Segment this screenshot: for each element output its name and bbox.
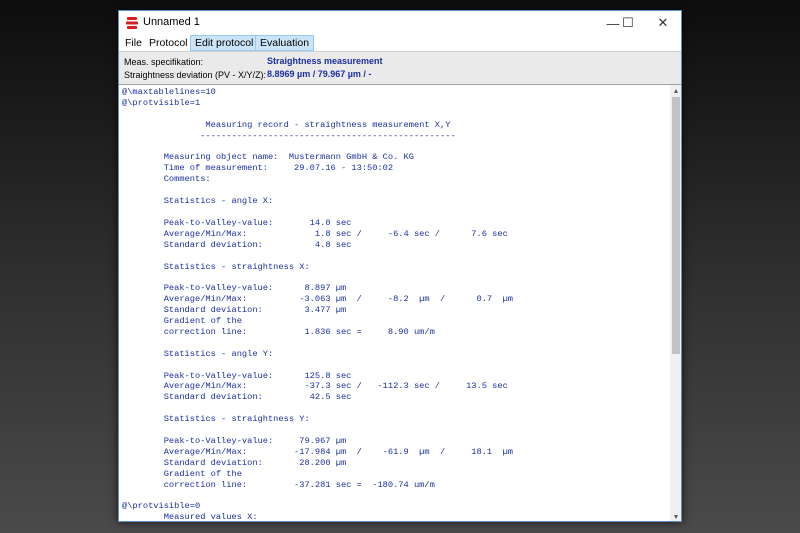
record-line: Statistics - straightness Y: xyxy=(122,414,310,425)
record-line: @\maxtablelines=10 xyxy=(122,87,216,97)
maximize-icon: ☐ xyxy=(622,15,634,30)
record-line: correction line: -37.281 sec = -180.74 u… xyxy=(122,479,435,490)
record-line: Peak-to-Valley-value: 14.0 sec xyxy=(122,217,352,228)
record-line: Statistics - angle X: xyxy=(122,196,274,207)
title-bar[interactable]: Unnamed 1 — ☐ ✕ xyxy=(119,11,681,35)
record-line: Standard deviation: 3.477 µm xyxy=(122,305,347,316)
record-line: Statistics - angle Y: xyxy=(122,348,274,359)
scroll-up-icon[interactable]: ▲ xyxy=(670,85,681,97)
menu-file[interactable]: File xyxy=(121,35,146,51)
record-line: Standard deviation: 28.200 µm xyxy=(122,457,347,468)
record-line: Time of measurement: 29.07.16 - 13:50:02 xyxy=(122,163,394,174)
record-line: Average/Min/Max: -17.984 µm / -61.9 µm /… xyxy=(122,446,514,457)
close-button[interactable]: ✕ xyxy=(646,11,680,35)
record-line: Standard deviation: 4.8 sec xyxy=(122,239,352,250)
record-line: Measuring record - straightness measurem… xyxy=(122,119,451,130)
record-line: Gradient of the xyxy=(122,316,242,327)
protocol-editor[interactable]: @\maxtablelines=10 @\protvisible=1 Measu… xyxy=(119,85,670,522)
record-line: @\protvisible=0 xyxy=(122,501,201,512)
menu-bar: File Protocol Edit protocol Evaluation xyxy=(119,35,681,52)
record-line: Average/Min/Max: -37.3 sec / -112.3 sec … xyxy=(122,381,508,392)
protocol-text[interactable]: @\maxtablelines=10 @\protvisible=1 Measu… xyxy=(119,85,670,522)
record-line: Standard deviation: 42.5 sec xyxy=(122,392,352,403)
maximize-button[interactable]: ☐ xyxy=(611,11,645,35)
app-logo-icon xyxy=(125,16,139,30)
record-line: correction line: 1.836 sec = 8.90 um/m xyxy=(122,326,435,337)
scrollbar-thumb[interactable] xyxy=(672,97,680,354)
record-line: Peak-to-Valley-value: 8.897 µm xyxy=(122,283,347,294)
close-icon: ✕ xyxy=(657,15,669,30)
window-title: Unnamed 1 xyxy=(143,16,200,28)
deviation-value: 8.8969 µm / 79.967 µm / - xyxy=(267,69,372,79)
record-line: Gradient of the xyxy=(122,468,242,479)
record-line: ----------------------------------------… xyxy=(122,130,456,141)
spec-value: Straightness measurement xyxy=(267,56,383,66)
record-line: Peak-to-Valley-value: 125.8 sec xyxy=(122,370,352,381)
measurement-info-panel: Meas. specifikation: Straightness measur… xyxy=(119,52,681,85)
deviation-label: Straightness deviation (PV - X/Y/Z): xyxy=(124,70,267,80)
record-line: Peak-to-Valley-value: 79.967 µm xyxy=(122,436,347,446)
record-line: Measured values X: xyxy=(122,512,258,522)
record-line: Measuring object name: Mustermann GmbH &… xyxy=(122,152,414,163)
menu-evaluation[interactable]: Evaluation xyxy=(255,35,315,51)
record-line: Average/Min/Max: 1.8 sec / -6.4 sec / 7.… xyxy=(122,228,508,239)
menu-edit-protocol[interactable]: Edit protocol xyxy=(190,35,259,51)
spec-label: Meas. specifikation: xyxy=(124,57,204,67)
vertical-scrollbar[interactable]: ▲ ▼ xyxy=(670,85,681,521)
record-line: @\protvisible=1 xyxy=(122,97,201,108)
record-line: Statistics - straightness X: xyxy=(122,261,310,272)
application-window: Unnamed 1 — ☐ ✕ File Protocol Edit proto… xyxy=(118,10,682,522)
record-line: Average/Min/Max: -3.063 µm / -8.2 µm / 0… xyxy=(122,294,514,305)
scroll-down-icon[interactable]: ▼ xyxy=(670,511,681,521)
record-line: Comments: xyxy=(122,174,211,185)
menu-protocol[interactable]: Protocol xyxy=(145,35,192,51)
